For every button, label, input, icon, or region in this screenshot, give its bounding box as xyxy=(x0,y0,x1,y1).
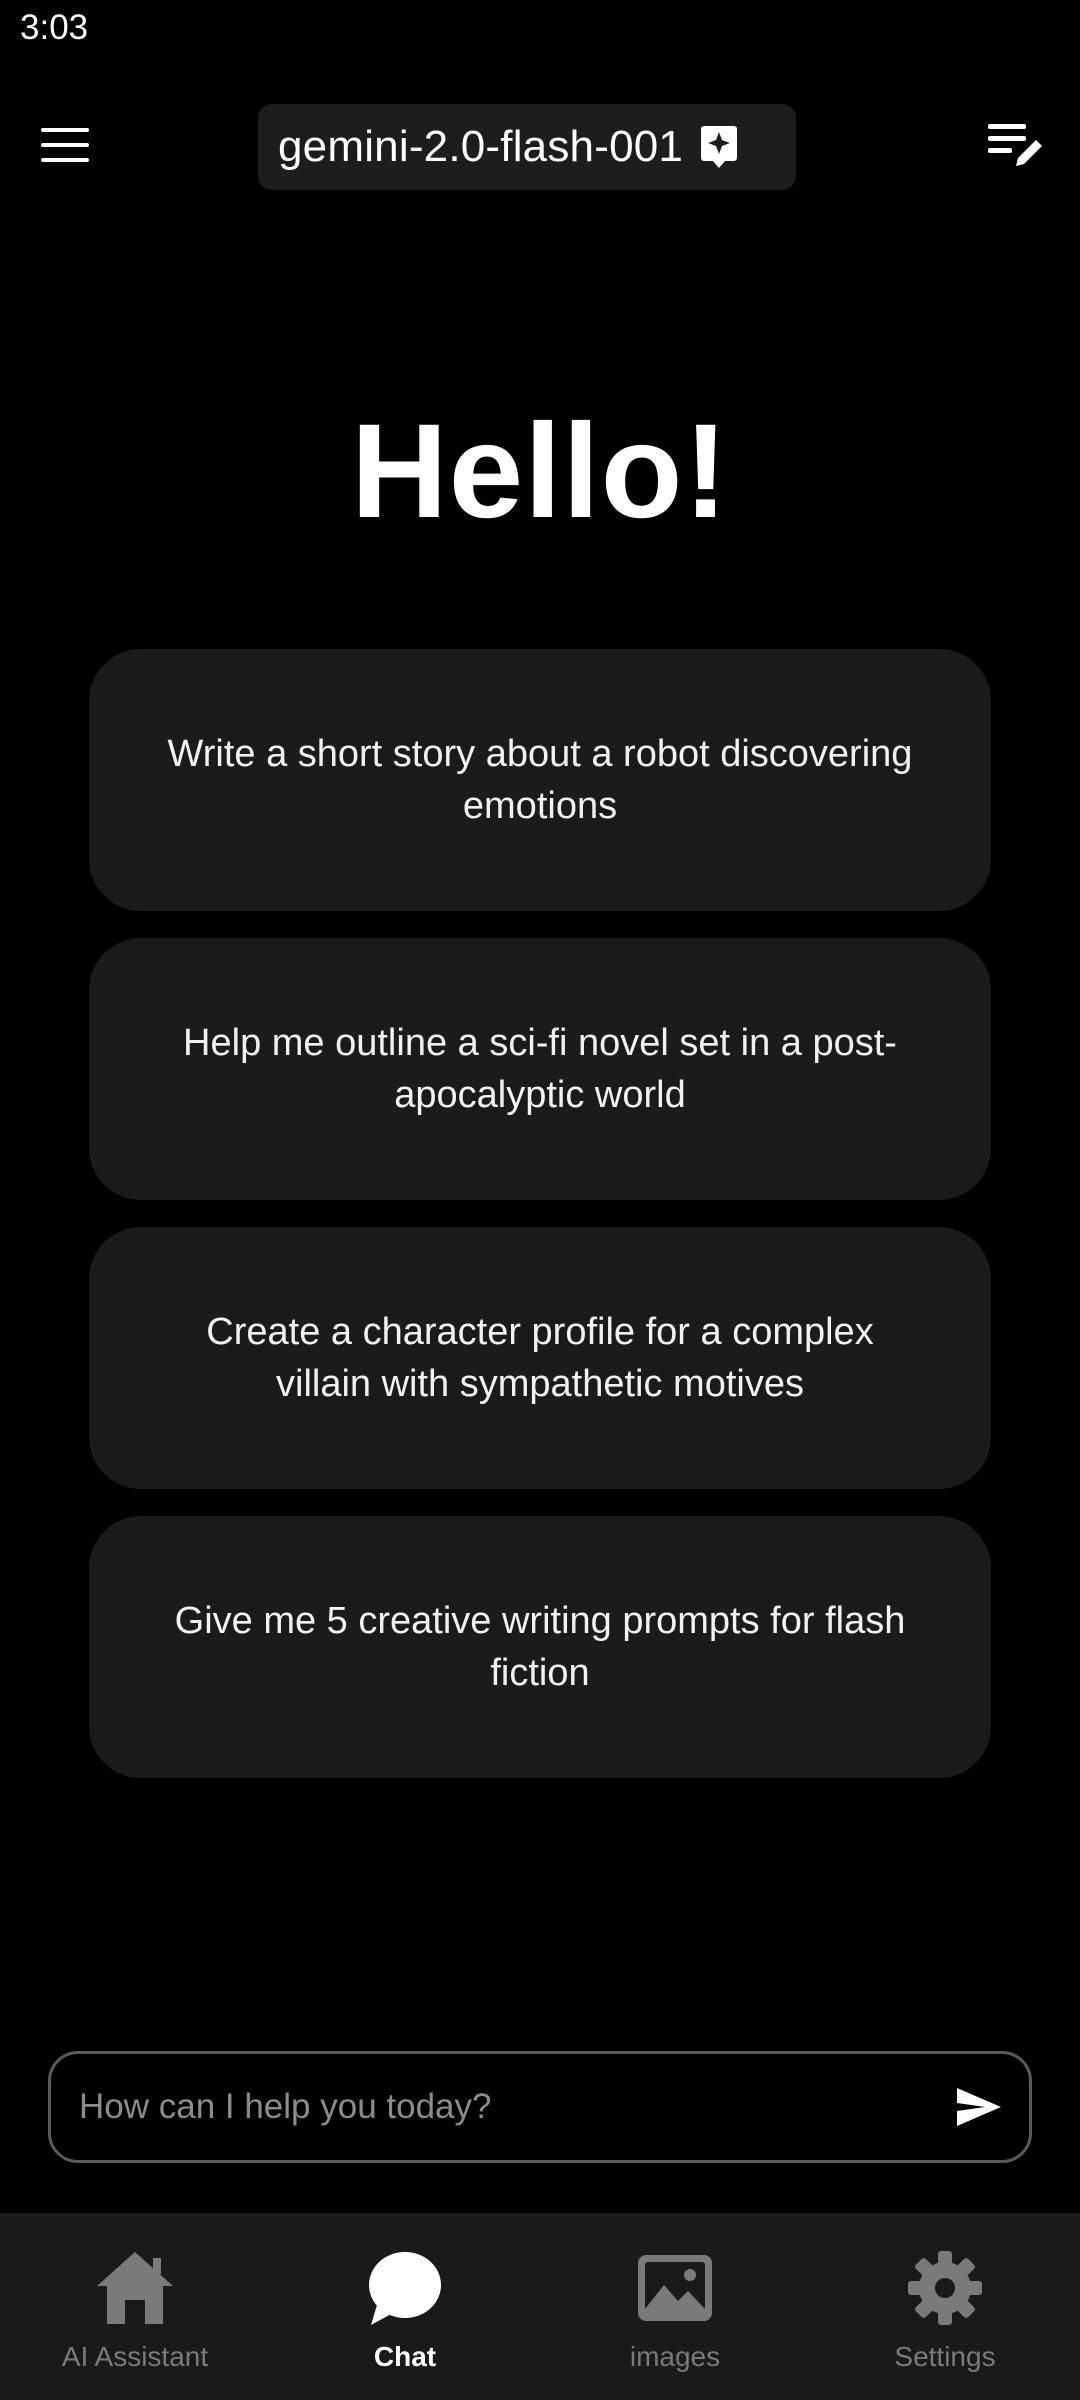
menu-button[interactable] xyxy=(30,110,100,180)
nav-label: Chat xyxy=(373,2341,437,2372)
home-icon xyxy=(90,2243,180,2333)
model-selector[interactable]: gemini-2.0-flash-001 xyxy=(258,104,796,190)
send-button[interactable] xyxy=(929,2054,1029,2160)
chat-screen: 3:03 gemini-2.0-flash-001 Hello! Write a… xyxy=(0,0,1080,2400)
status-time: 3:03 xyxy=(20,8,89,47)
sparkle-badge-icon xyxy=(697,121,741,173)
gear-icon xyxy=(900,2243,990,2333)
nav-item-chat[interactable]: Chat xyxy=(270,2213,540,2400)
nav-item-settings[interactable]: Settings xyxy=(810,2213,1080,2400)
suggestion-card[interactable]: Give me 5 creative writing prompts for f… xyxy=(89,1516,991,1778)
nav-label: images xyxy=(629,2341,721,2372)
suggestion-text: Create a character profile for a complex… xyxy=(206,1311,874,1405)
message-input[interactable] xyxy=(51,2054,929,2160)
model-name: gemini-2.0-flash-001 xyxy=(278,122,684,171)
nav-item-images[interactable]: images xyxy=(540,2213,810,2400)
suggestion-text: Help me outline a sci-fi novel set in a … xyxy=(183,1022,897,1116)
nav-item-ai-assistant[interactable]: AI Assistant xyxy=(0,2213,270,2400)
suggestion-card[interactable]: Help me outline a sci-fi novel set in a … xyxy=(89,938,991,1200)
chat-bubble-icon xyxy=(360,2243,450,2333)
nav-label: AI Assistant xyxy=(61,2341,209,2372)
greeting-title: Hello! xyxy=(350,397,730,546)
status-bar: 3:03 xyxy=(0,0,1080,66)
hamburger-menu-icon xyxy=(41,128,89,162)
new-chat-button[interactable] xyxy=(980,110,1052,182)
suggestion-card[interactable]: Create a character profile for a complex… xyxy=(89,1227,991,1489)
edit-list-icon xyxy=(988,124,1042,166)
send-icon xyxy=(957,2088,1001,2126)
suggestion-card[interactable]: Write a short story about a robot discov… xyxy=(89,649,991,911)
image-icon xyxy=(630,2243,720,2333)
nav-label: Settings xyxy=(894,2341,996,2372)
suggestion-list: Write a short story about a robot discov… xyxy=(89,649,991,1805)
bottom-navigation: AI Assistant Chat images Settings xyxy=(0,2213,1080,2400)
top-app-bar: gemini-2.0-flash-001 xyxy=(0,90,1080,200)
message-composer xyxy=(48,2051,1032,2163)
suggestion-text: Give me 5 creative writing prompts for f… xyxy=(174,1600,906,1694)
suggestion-text: Write a short story about a robot discov… xyxy=(167,733,913,827)
